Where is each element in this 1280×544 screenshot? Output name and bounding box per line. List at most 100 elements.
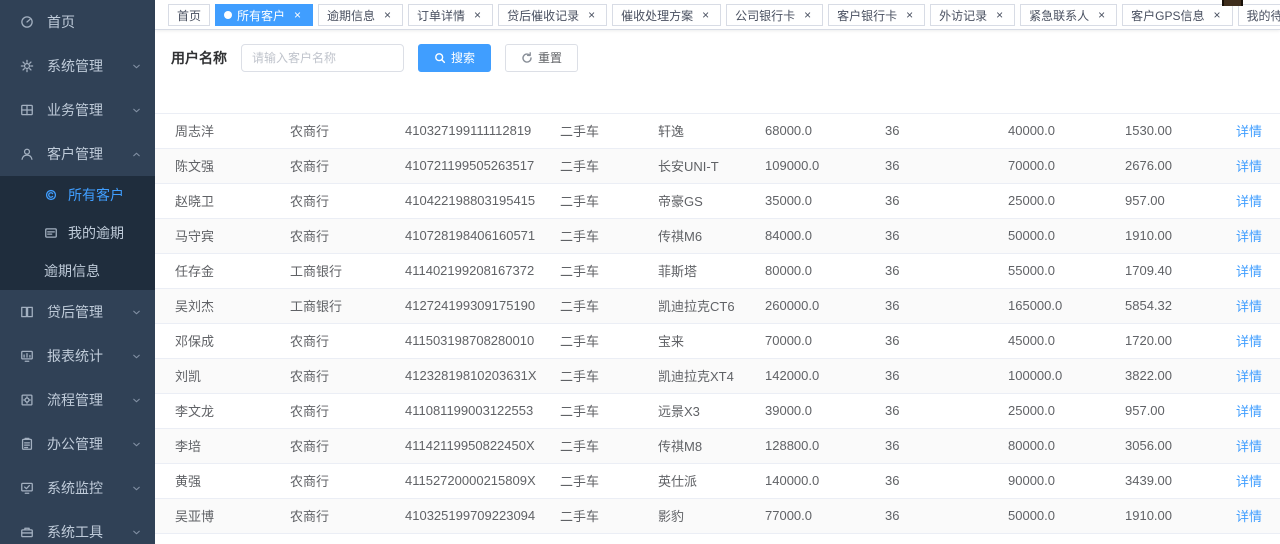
tab-close-icon[interactable]: × (993, 9, 1006, 22)
sidebar-subitem[interactable]: 我的逾期 (0, 214, 155, 252)
tab-close-icon[interactable]: × (381, 9, 394, 22)
cell-vehicle-price: 142000.0 (745, 358, 865, 393)
cell-id-number: 41152720000215809X (385, 463, 540, 498)
table-row: 赵晓卫 农商行 410422198803195415 二手车 帝豪GS 3500… (155, 183, 1280, 218)
cell-periods: 36 (865, 253, 988, 288)
detail-link[interactable]: 详情 (1236, 299, 1262, 314)
cell-periods: 36 (865, 428, 988, 463)
gear-icon (20, 59, 35, 74)
tab[interactable]: 外访记录 × (930, 4, 1015, 26)
cell-loan-amount: 50000.0 (988, 498, 1105, 533)
cell-loan-amount: 40000.0 (988, 113, 1105, 148)
tab-close-icon[interactable]: × (585, 9, 598, 22)
tab-close-icon[interactable]: × (903, 9, 916, 22)
tab[interactable]: 催收处理方案 × (612, 4, 721, 26)
detail-link[interactable]: 详情 (1236, 334, 1262, 349)
sidebar-subitem[interactable]: 逾期信息 (0, 252, 155, 290)
column-header (155, 85, 270, 113)
cell-vehicle-price: 70000.0 (745, 323, 865, 358)
tab-close-icon[interactable]: × (291, 9, 304, 22)
tab[interactable]: 订单详情 × (408, 4, 493, 26)
cell-funder: 农商行 (270, 428, 385, 463)
sidebar-item[interactable]: 系统工具 (0, 510, 155, 544)
cell-id-number: 411081199003122553 (385, 393, 540, 428)
sidebar-item-label: 系统工具 (47, 522, 131, 542)
customer-table: 周志洋 农商行 410327199111112819 二手车 轩逸 68000.… (155, 85, 1280, 544)
cell-vehicle-type: 二手车 (540, 498, 638, 533)
tab-close-icon[interactable]: × (1095, 9, 1108, 22)
cell-vehicle-price: 84000.0 (745, 218, 865, 253)
cell-funder: 农商行 (270, 218, 385, 253)
search-icon (434, 52, 446, 64)
tab[interactable]: 客户GPS信息 × (1122, 4, 1232, 26)
sidebar-item-label: 业务管理 (47, 100, 131, 120)
sidebar-item[interactable]: 报表统计 (0, 334, 155, 378)
chevron-down-icon (131, 104, 143, 116)
cell-vehicle-price: 68000.0 (745, 113, 865, 148)
cell-vehicle-price: 128800.0 (745, 428, 865, 463)
tab-close-icon[interactable]: × (471, 9, 484, 22)
detail-link[interactable]: 详情 (1236, 194, 1262, 209)
detail-link[interactable]: 详情 (1236, 404, 1262, 419)
tab[interactable]: 所有客户 × (215, 4, 313, 26)
cell-name: 李文龙 (155, 393, 270, 428)
column-header (745, 85, 865, 113)
tab-close-icon[interactable]: × (699, 9, 712, 22)
search-button[interactable]: 搜索 (418, 44, 491, 72)
tab[interactable]: 客户银行卡 × (828, 4, 925, 26)
circle-icon (44, 188, 58, 202)
tab-label: 客户银行卡 (837, 7, 897, 24)
cell-funder: 农商行 (270, 498, 385, 533)
cell-name: 吴亚博 (155, 498, 270, 533)
table-row: 李培 农商行 41142119950822450X 二手车 传祺M8 12880… (155, 428, 1280, 463)
reset-button[interactable]: 重置 (505, 44, 578, 72)
sidebar-item[interactable]: 首页 (0, 0, 155, 44)
tab[interactable]: 紧急联系人 × (1020, 4, 1117, 26)
cell-funder: 农商行 (270, 358, 385, 393)
detail-link[interactable]: 详情 (1236, 369, 1262, 384)
detail-link[interactable]: 详情 (1236, 159, 1262, 174)
cell-id-number: 410728198406160571 (385, 218, 540, 253)
cell-monthly-payment: 3822.00 (1105, 358, 1225, 393)
cell-vehicle-model: 影豹 (638, 498, 745, 533)
sidebar: 首页 系统管理 业务管理 客户管理 所有客户 我的逾期 (0, 0, 155, 544)
avatar[interactable] (1222, 0, 1243, 6)
detail-link[interactable]: 详情 (1236, 229, 1262, 244)
detail-link[interactable]: 详情 (1236, 264, 1262, 279)
cell-periods: 36 (865, 463, 988, 498)
sidebar-item[interactable]: 流程管理 (0, 378, 155, 422)
table-row: 任存金 工商银行 411402199208167372 二手车 菲斯塔 8000… (155, 253, 1280, 288)
sidebar-item[interactable]: 办公管理 (0, 422, 155, 466)
cell-funder: 工商银行 (270, 253, 385, 288)
table-row (155, 533, 1280, 544)
cell-periods: 36 (865, 358, 988, 393)
cell-vehicle-type: 二手车 (540, 148, 638, 183)
detail-link[interactable]: 详情 (1236, 509, 1262, 524)
sidebar-item[interactable]: 系统管理 (0, 44, 155, 88)
tab[interactable]: 我的待办 × (1238, 4, 1280, 26)
sidebar-item[interactable]: 客户管理 (0, 132, 155, 176)
tab[interactable]: 逾期信息 × (318, 4, 403, 26)
cell-vehicle-type: 二手车 (540, 253, 638, 288)
cell-vehicle-price: 35000.0 (745, 183, 865, 218)
sidebar-item[interactable]: 系统监控 (0, 466, 155, 510)
tab[interactable]: 贷后催收记录 × (498, 4, 607, 26)
table-row: 刘凯 农商行 41232819810203631X 二手车 凯迪拉克XT4 14… (155, 358, 1280, 393)
search-input[interactable] (241, 44, 404, 72)
sidebar-item[interactable]: 贷后管理 (0, 290, 155, 334)
tab[interactable]: 公司银行卡 × (726, 4, 823, 26)
tab-close-icon[interactable]: × (801, 9, 814, 22)
sidebar-subitem[interactable]: 所有客户 (0, 176, 155, 214)
sidebar-item[interactable]: 业务管理 (0, 88, 155, 132)
book-icon (20, 305, 35, 320)
tab-close-icon[interactable]: × (1211, 9, 1224, 22)
cell-funder: 工商银行 (270, 288, 385, 323)
cell-monthly-payment: 2676.00 (1105, 148, 1225, 183)
cell-name: 刘凯 (155, 358, 270, 393)
tab[interactable]: 首页 (168, 4, 210, 26)
detail-link[interactable]: 详情 (1236, 124, 1262, 139)
detail-link[interactable]: 详情 (1236, 439, 1262, 454)
cell-loan-amount: 45000.0 (988, 323, 1105, 358)
cell-vehicle-price: 80000.0 (745, 253, 865, 288)
detail-link[interactable]: 详情 (1236, 474, 1262, 489)
